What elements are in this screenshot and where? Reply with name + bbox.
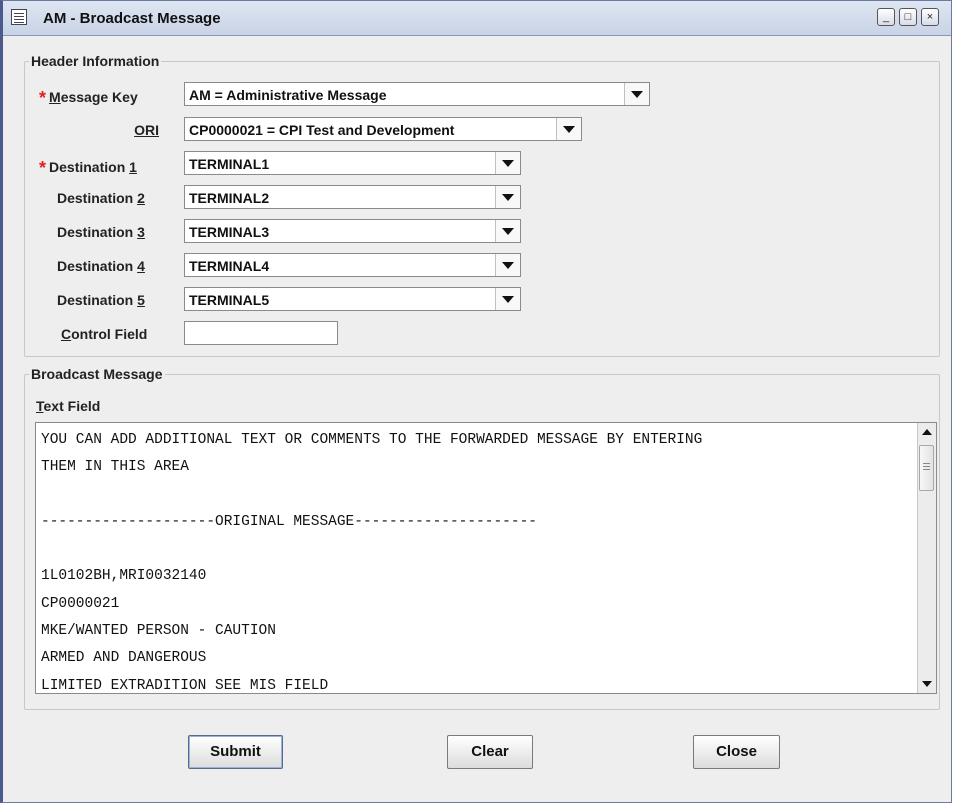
- destination-3-value: TERMINAL3: [189, 224, 270, 240]
- destination-2-value: TERMINAL2: [189, 190, 270, 206]
- window-menu-icon[interactable]: [11, 9, 27, 25]
- control-field-input[interactable]: [184, 321, 338, 345]
- message-key-label: * Message Key: [39, 88, 138, 108]
- text-field-label: Text Field: [36, 398, 101, 414]
- required-marker: *: [39, 158, 47, 178]
- destination-4-select[interactable]: TERMINAL4: [184, 253, 521, 277]
- destination-1-select[interactable]: TERMINAL1: [184, 151, 521, 175]
- header-information-title: Header Information: [29, 53, 162, 69]
- maximize-icon[interactable]: □: [899, 8, 917, 26]
- destination-5-value: TERMINAL5: [189, 292, 270, 308]
- broadcast-message-window: AM - Broadcast Message _ □ × Header Info…: [0, 0, 952, 803]
- chevron-down-icon[interactable]: [495, 186, 520, 208]
- destination-1-label: * Destination 1: [39, 158, 137, 178]
- message-text-area[interactable]: YOU CAN ADD ADDITIONAL TEXT OR COMMENTS …: [35, 422, 937, 694]
- message-text-line: MKE/WANTED PERSON - CAUTION: [41, 623, 276, 640]
- message-text-line: [41, 536, 916, 563]
- control-field-label: Control Field: [61, 326, 148, 342]
- chevron-down-icon[interactable]: [495, 220, 520, 242]
- message-text-line: CP0000021: [41, 595, 120, 612]
- close-button[interactable]: Close: [693, 735, 780, 769]
- required-marker: *: [39, 88, 47, 108]
- scroll-down-icon[interactable]: [918, 675, 936, 693]
- message-text-line: YOU CAN ADD ADDITIONAL TEXT OR COMMENTS …: [41, 432, 703, 448]
- message-text-line: --------------------ORIGINAL MESSAGE----…: [41, 513, 537, 530]
- destination-2-label: Destination 2: [57, 190, 145, 206]
- chevron-down-icon[interactable]: [495, 288, 520, 310]
- message-text-line: 1L0102BH,MRI0032140: [41, 568, 207, 585]
- destination-2-select[interactable]: TERMINAL2: [184, 185, 521, 209]
- ori-label: ORI: [134, 122, 159, 138]
- message-key-value: AM = Administrative Message: [189, 87, 387, 103]
- destination-1-value: TERMINAL1: [189, 156, 270, 172]
- ori-select[interactable]: CP0000021 = CPI Test and Development: [184, 117, 582, 141]
- broadcast-message-title: Broadcast Message: [29, 366, 165, 382]
- message-text-line: LIMITED EXTRADITION SEE MIS FIELD: [41, 677, 329, 694]
- chevron-down-icon[interactable]: [495, 152, 520, 174]
- chevron-down-icon[interactable]: [495, 254, 520, 276]
- minimize-icon[interactable]: _: [877, 8, 895, 26]
- close-icon[interactable]: ×: [921, 8, 939, 26]
- destination-5-select[interactable]: TERMINAL5: [184, 287, 521, 311]
- submit-button[interactable]: Submit: [188, 735, 283, 769]
- window-title: AM - Broadcast Message: [43, 10, 221, 27]
- message-key-select[interactable]: AM = Administrative Message: [184, 82, 650, 106]
- scroll-thumb[interactable]: [919, 445, 934, 491]
- message-text-line: THEM IN THIS AREA: [41, 459, 189, 476]
- clear-button[interactable]: Clear: [447, 735, 533, 769]
- title-bar[interactable]: AM - Broadcast Message _ □ ×: [3, 1, 951, 36]
- message-text-line: [41, 482, 916, 509]
- chevron-down-icon[interactable]: [556, 118, 581, 140]
- vertical-scrollbar[interactable]: [917, 423, 936, 693]
- message-text-line: ARMED AND DANGEROUS: [41, 650, 207, 667]
- ori-value: CP0000021 = CPI Test and Development: [189, 122, 455, 138]
- chevron-down-icon[interactable]: [624, 83, 649, 105]
- destination-3-label: Destination 3: [57, 224, 145, 240]
- destination-3-select[interactable]: TERMINAL3: [184, 219, 521, 243]
- destination-4-value: TERMINAL4: [189, 258, 270, 274]
- destination-4-label: Destination 4: [57, 258, 145, 274]
- scroll-up-icon[interactable]: [918, 423, 936, 441]
- destination-5-label: Destination 5: [57, 292, 145, 308]
- message-text-content[interactable]: YOU CAN ADD ADDITIONAL TEXT OR COMMENTS …: [41, 427, 916, 694]
